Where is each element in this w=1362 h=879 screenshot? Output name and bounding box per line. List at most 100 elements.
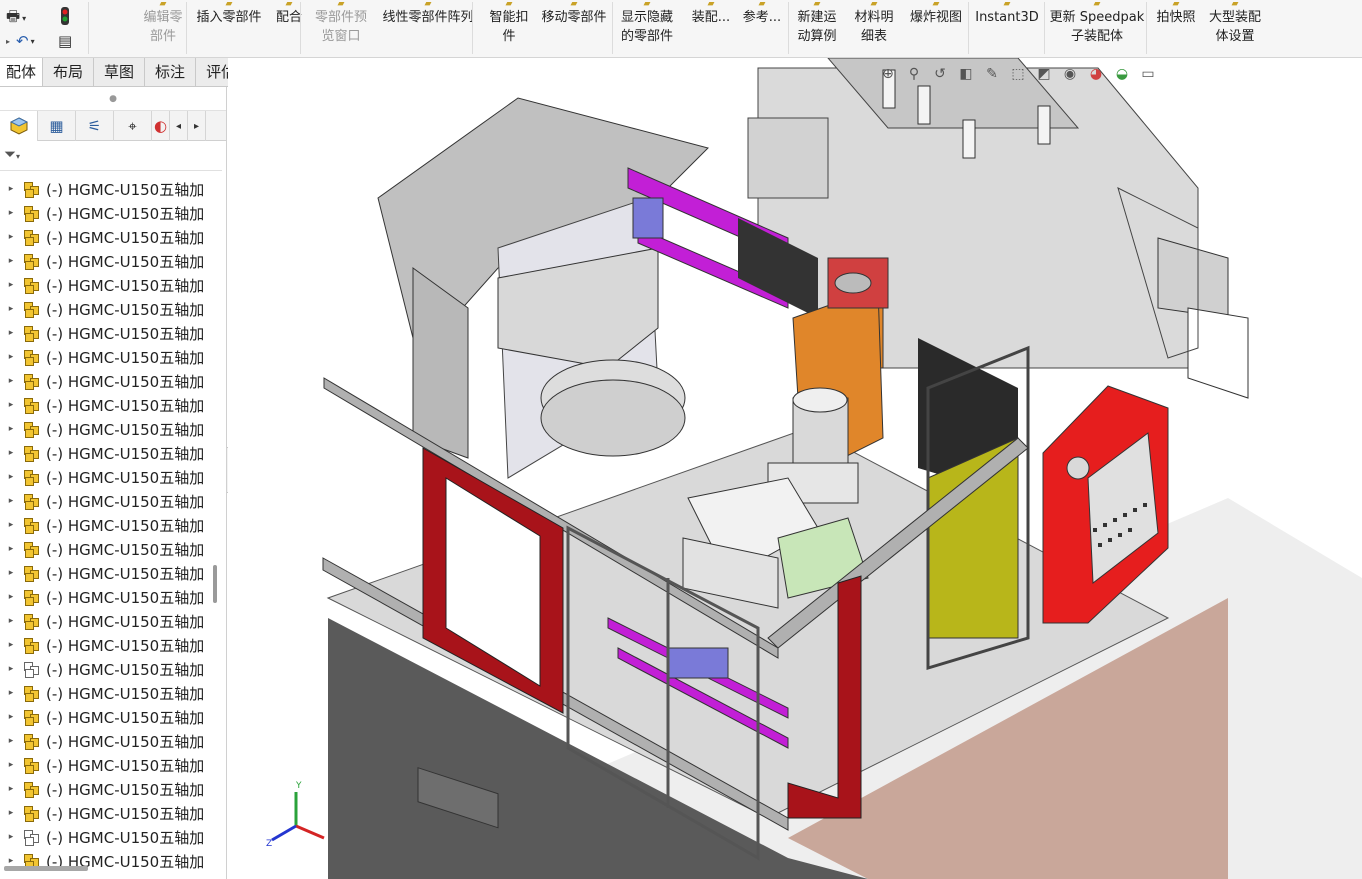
exploded-view-button[interactable]: ▰ 爆炸视图	[904, 0, 968, 56]
dimxpert-tab[interactable]: ⌖	[114, 111, 152, 141]
tree-row[interactable]: ▸ (-) HGMC-U150五轴加	[0, 585, 210, 609]
expand-icon[interactable]: ▸	[0, 184, 22, 194]
dynamic-annotation-icon[interactable]: ✎	[982, 66, 1002, 82]
scroll-tabs-right-button[interactable]: ▸	[188, 111, 206, 141]
configuration-manager-tab[interactable]: ⚟	[76, 111, 114, 141]
linear-pattern-button[interactable]: ▰ 线性零部件阵列	[376, 0, 480, 56]
expand-icon[interactable]: ▸	[0, 688, 22, 698]
tree-row[interactable]: ▸ (-) HGMC-U150五轴加	[0, 441, 210, 465]
tree-row[interactable]: ▸ (-) HGMC-U150五轴加	[0, 657, 210, 681]
expand-icon[interactable]: ▸	[0, 304, 22, 314]
expand-icon[interactable]: ▸	[0, 472, 22, 482]
panel-grip[interactable]: ●	[0, 87, 226, 111]
move-component-button[interactable]: ▰ 移动零部件	[536, 0, 612, 56]
tree-row[interactable]: ▸ (-) HGMC-U150五轴加	[0, 297, 210, 321]
zoom-area-icon[interactable]: ⚲	[904, 66, 924, 82]
tree-row[interactable]: ▸ (-) HGMC-U150五轴加	[0, 537, 210, 561]
appearance-tab[interactable]: ◐	[152, 111, 170, 141]
expand-icon[interactable]: ▸	[0, 616, 22, 626]
hide-show-items-icon[interactable]: ◉	[1060, 66, 1080, 82]
section-view-icon[interactable]: ◧	[956, 66, 976, 82]
zoom-to-fit-icon[interactable]: ⊕	[878, 66, 898, 82]
view-settings-icon[interactable]: ▭	[1138, 66, 1158, 82]
expand-icon[interactable]: ▸	[0, 832, 22, 842]
apply-scene-icon[interactable]: ◒	[1112, 66, 1132, 82]
tree-row[interactable]: ▸ (-) HGMC-U150五轴加	[0, 273, 210, 297]
tree-row[interactable]: ▸ (-) HGMC-U150五轴加	[0, 729, 210, 753]
expand-icon[interactable]: ▸	[0, 808, 22, 818]
tab-0[interactable]: 配体	[0, 58, 44, 86]
expand-icon[interactable]: ▸	[0, 784, 22, 794]
tree-row[interactable]: ▸ (-) HGMC-U150五轴加	[0, 369, 210, 393]
undo-button[interactable]: ▸ ↶ ▾	[6, 32, 35, 50]
tree-vertical-scrollbar[interactable]	[212, 177, 218, 877]
tab-2[interactable]: 草图	[94, 58, 146, 86]
reference-geometry-button[interactable]: ▰ 参考...	[740, 0, 784, 56]
tree-row[interactable]: ▸ (-) HGMC-U150五轴加	[0, 801, 210, 825]
expand-icon[interactable]: ▸	[0, 592, 22, 602]
rebuild-button[interactable]	[58, 6, 72, 26]
previous-view-icon[interactable]: ↺	[930, 66, 950, 82]
tree-horizontal-scrollbar[interactable]	[4, 866, 88, 871]
expand-icon[interactable]: ▸	[0, 544, 22, 554]
tree-row[interactable]: ▸ (-) HGMC-U150五轴加	[0, 513, 210, 537]
expand-icon[interactable]: ▸	[0, 376, 22, 386]
smart-fasteners-button[interactable]: ▰ 智能扣 件	[480, 0, 538, 56]
tree-row[interactable]: ▸ (-) HGMC-U150五轴加	[0, 465, 210, 489]
expand-icon[interactable]: ▸	[0, 760, 22, 770]
scroll-tabs-left-button[interactable]: ◂	[170, 111, 188, 141]
tree-row[interactable]: ▸ (-) HGMC-U150五轴加	[0, 249, 210, 273]
feature-manager-tab[interactable]	[0, 111, 38, 141]
new-motion-study-button[interactable]: ▰ 新建运 动算例	[792, 0, 842, 56]
expand-icon[interactable]: ▸	[0, 280, 22, 290]
expand-icon[interactable]: ▸	[0, 568, 22, 578]
tree-row[interactable]: ▸ (-) HGMC-U150五轴加	[0, 777, 210, 801]
quick-access-print[interactable]: 🖶 ▾	[6, 6, 26, 31]
large-assembly-settings-button[interactable]: ▰ 大型装配 体设置	[1204, 0, 1266, 56]
scrollbar-thumb[interactable]	[213, 565, 217, 603]
tree-row[interactable]: ▸ (-) HGMC-U150五轴加	[0, 681, 210, 705]
expand-icon[interactable]: ▸	[0, 352, 22, 362]
expand-icon[interactable]: ▸	[0, 448, 22, 458]
expand-icon[interactable]: ▸	[0, 736, 22, 746]
tree-row[interactable]: ▸ (-) HGMC-U150五轴加	[0, 633, 210, 657]
expand-icon[interactable]: ▸	[0, 232, 22, 242]
mate-button[interactable]: ▰ 配合	[268, 0, 310, 56]
expand-icon[interactable]: ▸	[0, 496, 22, 506]
tree-row[interactable]: ▸ (-) HGMC-U150五轴加	[0, 753, 210, 777]
expand-icon[interactable]: ▸	[0, 208, 22, 218]
tree-row[interactable]: ▸ (-) HGMC-U150五轴加	[0, 225, 210, 249]
options-button[interactable]: ▤	[58, 32, 72, 50]
update-speedpak-button[interactable]: ▰ 更新 Speedpak 子装配体	[1048, 0, 1146, 56]
expand-icon[interactable]: ▸	[0, 328, 22, 338]
tree-filter[interactable]: ⏷▾	[0, 141, 222, 171]
insert-components-button[interactable]: ▰ 插入零部件	[192, 0, 266, 56]
tree-row[interactable]: ▸ (-) HGMC-U150五轴加	[0, 609, 210, 633]
expand-icon[interactable]: ▸	[0, 664, 22, 674]
expand-icon[interactable]: ▸	[0, 424, 22, 434]
expand-icon[interactable]: ▸	[0, 856, 22, 866]
display-style-icon[interactable]: ◩	[1034, 66, 1054, 82]
bill-of-materials-button[interactable]: ▰ 材料明 细表	[848, 0, 900, 56]
show-hidden-button[interactable]: ▰ 显示隐藏 的零部件	[616, 0, 678, 56]
property-manager-tab[interactable]: ▦	[38, 111, 76, 141]
instant3d-button[interactable]: ▰ Instant3D	[972, 0, 1042, 56]
expand-icon[interactable]: ▸	[0, 640, 22, 650]
edit-component-button[interactable]: ▰ 编辑零 部件	[138, 0, 188, 56]
snapshot-button[interactable]: ▰ 拍快照	[1150, 0, 1202, 56]
tree-row[interactable]: ▸ (-) HGMC-U150五轴加	[0, 177, 210, 201]
tree-row[interactable]: ▸ (-) HGMC-U150五轴加	[0, 201, 210, 225]
expand-icon[interactable]: ▸	[0, 256, 22, 266]
expand-icon[interactable]: ▸	[0, 712, 22, 722]
tree-row[interactable]: ▸ (-) HGMC-U150五轴加	[0, 345, 210, 369]
tree-row[interactable]: ▸ (-) HGMC-U150五轴加	[0, 489, 210, 513]
expand-icon[interactable]: ▸	[0, 520, 22, 530]
expand-icon[interactable]: ▸	[0, 400, 22, 410]
component-preview-button[interactable]: ▰ 零部件预 览窗口	[310, 0, 372, 56]
machine-model-render[interactable]	[228, 58, 1362, 879]
edit-appearance-icon[interactable]: ◕	[1086, 66, 1106, 82]
assembly-features-button[interactable]: ▰ 装配...	[688, 0, 734, 56]
tab-3[interactable]: 标注	[145, 58, 197, 86]
tree-row[interactable]: ▸ (-) HGMC-U150五轴加	[0, 321, 210, 345]
tree-row[interactable]: ▸ (-) HGMC-U150五轴加	[0, 417, 210, 441]
